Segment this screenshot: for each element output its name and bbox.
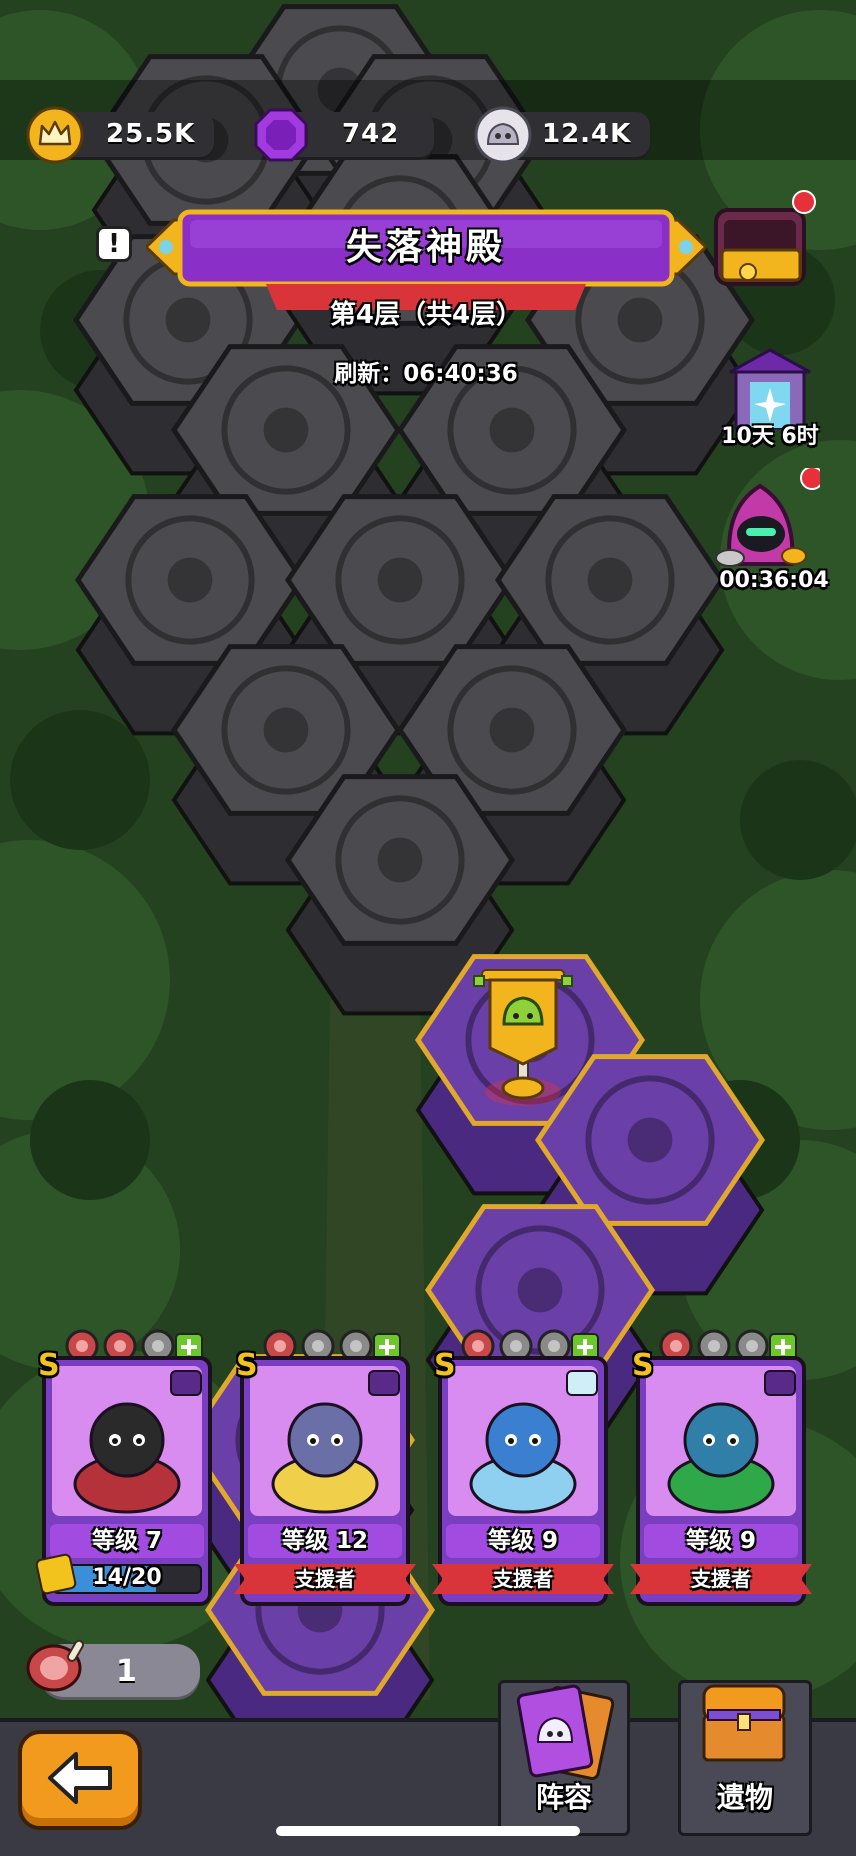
- page-title: 失落神殿: [345, 227, 506, 268]
- refresh-timer: 刷新：06:40:36: [334, 361, 518, 387]
- rank-badge: S: [632, 1348, 654, 1383]
- hero-level: 等级 9: [446, 1524, 600, 1558]
- hero-level: 等级 7: [50, 1524, 204, 1558]
- water-drop-icon: [566, 1370, 598, 1396]
- portal-timer: 10天 6时: [721, 424, 819, 449]
- meat-value: 1: [116, 1654, 138, 1689]
- support-ribbon: 支援者: [432, 1564, 614, 1594]
- crown-icon: [26, 106, 84, 164]
- slime-token-icon: [474, 106, 532, 164]
- hero-card[interactable]: S 等级 7 14/20: [34, 1329, 212, 1606]
- player-banner-token[interactable]: [468, 962, 578, 1112]
- support-ribbon: 支援者: [234, 1564, 416, 1594]
- sword-icon: [764, 1370, 796, 1396]
- treasure-chest-icon[interactable]: [708, 190, 818, 300]
- hero-card[interactable]: S 等级 9 支援者: [432, 1329, 614, 1606]
- rank-badge: S: [38, 1348, 60, 1383]
- back-arrow-icon: [48, 1752, 112, 1804]
- floor-label: 第4层（共4层）: [329, 300, 523, 330]
- relics-label: 遗物: [716, 1781, 773, 1814]
- puzzle-piece-icon: [34, 1552, 78, 1596]
- rank-badge: S: [236, 1348, 258, 1383]
- hero-card[interactable]: S 等级 9 支援者: [630, 1329, 812, 1606]
- support-ribbon: 支援者: [630, 1564, 812, 1594]
- hero-card[interactable]: S 等级 12 支援者: [234, 1329, 416, 1606]
- home-indicator: [276, 1826, 580, 1836]
- slime-value: 12.4K: [542, 119, 632, 149]
- gem-value: 742: [342, 119, 400, 149]
- rank-badge: S: [434, 1348, 456, 1383]
- bat-icon: [368, 1370, 400, 1396]
- lineup-label: 阵容: [535, 1781, 592, 1814]
- crown-value: 25.5K: [106, 119, 196, 149]
- hero-level: 等级 9: [644, 1524, 798, 1558]
- lineup-cards-icon: [516, 1684, 615, 1780]
- bat-icon: [170, 1370, 202, 1396]
- merchant-timer: 00:36:04: [719, 568, 829, 593]
- relics-chest-icon: [702, 1684, 786, 1762]
- purple-gem-icon: [254, 108, 308, 162]
- hero-level: 等级 12: [248, 1524, 402, 1558]
- exclamation-icon[interactable]: !: [96, 226, 132, 262]
- meat-icon: [26, 1639, 84, 1692]
- hooded-merchant-icon[interactable]: [710, 468, 820, 578]
